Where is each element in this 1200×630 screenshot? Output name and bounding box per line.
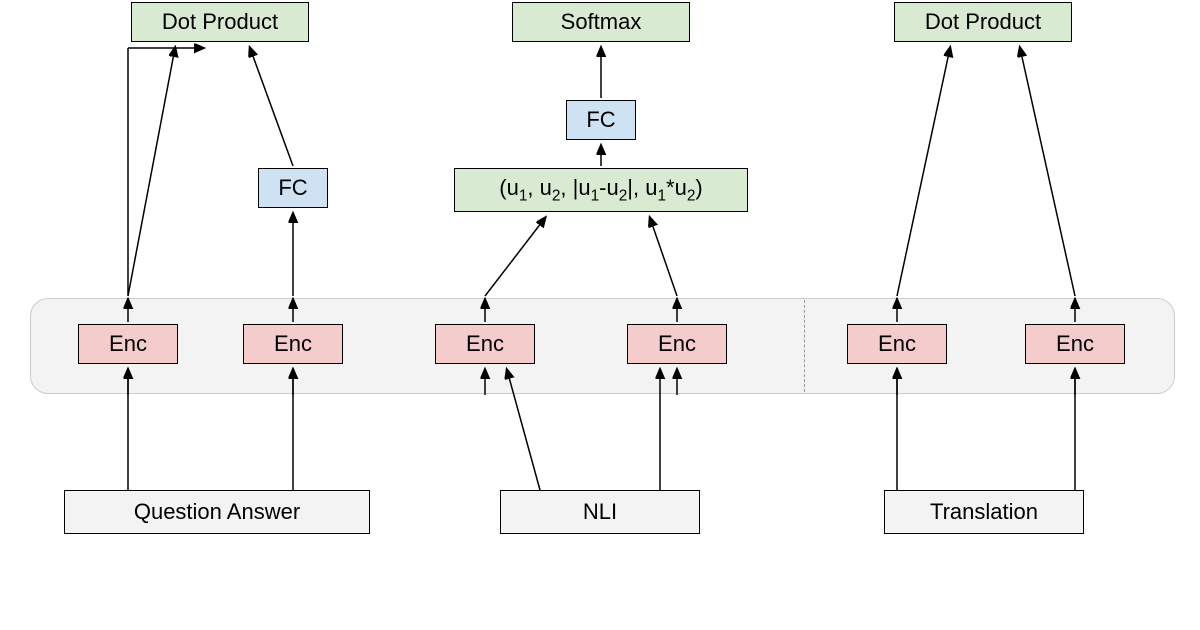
band-divider — [804, 300, 805, 392]
softmax-box: Softmax — [512, 2, 690, 42]
encoder-1: Enc — [78, 324, 178, 364]
encoder-5: Enc — [847, 324, 947, 364]
encoder-4: Enc — [627, 324, 727, 364]
encoder-band — [30, 298, 1175, 394]
encoder-6: Enc — [1025, 324, 1125, 364]
encoder-2: Enc — [243, 324, 343, 364]
input-translation-box: Translation — [884, 490, 1084, 534]
dot-product-left-box: Dot Product — [131, 2, 309, 42]
input-nli-box: NLI — [500, 490, 700, 534]
encoder-3: Enc — [435, 324, 535, 364]
concat-formula: (u1, u2, |u1-u2|, u1*u2) — [499, 175, 702, 205]
dot-product-right-box: Dot Product — [894, 2, 1072, 42]
fc-center-box: FC — [566, 100, 636, 140]
fc-left-box: FC — [258, 168, 328, 208]
input-qa-box: Question Answer — [64, 490, 370, 534]
concat-box: (u1, u2, |u1-u2|, u1*u2) — [454, 168, 748, 212]
